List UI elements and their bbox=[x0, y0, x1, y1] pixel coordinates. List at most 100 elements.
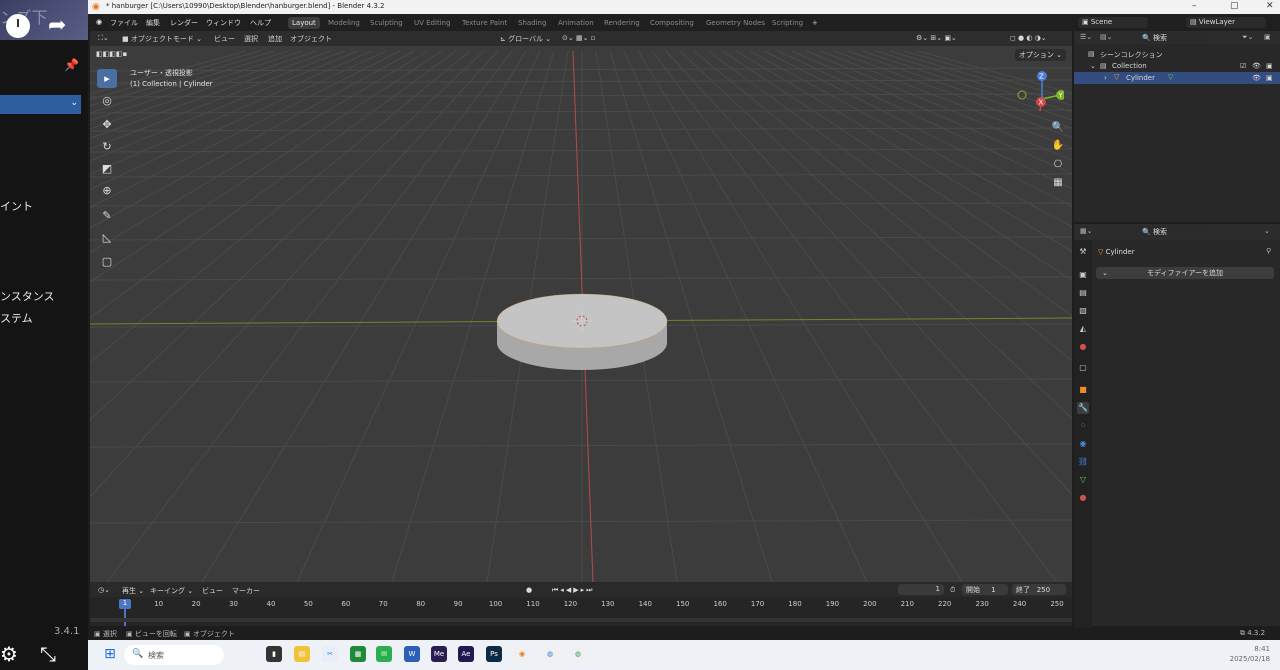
camera-icon[interactable]: ▣ bbox=[1266, 74, 1273, 82]
add-modifier-button[interactable]: ⌄ モディファイアーを追加 bbox=[1096, 267, 1274, 279]
filter-icon[interactable]: ⏷⌄ bbox=[1242, 33, 1253, 42]
file-explorer-icon[interactable]: ▤ bbox=[294, 646, 310, 662]
outliner-panel[interactable]: ☰⌄ ▤⌄ 🔍 検索 ⏷⌄ ▣ ▤ シーンコレクション ⌄ ▤ Collecti… bbox=[1074, 31, 1280, 222]
view-layer-tab-icon[interactable]: ▧ bbox=[1077, 305, 1089, 317]
expand-chevron-icon[interactable]: ⌄ bbox=[1090, 62, 1096, 70]
add-cube-tool[interactable]: ▢ bbox=[97, 252, 117, 271]
checkbox-icon[interactable]: ☑ bbox=[1240, 62, 1246, 70]
particles-tab-icon[interactable]: ⁘ bbox=[1077, 420, 1089, 432]
playback-controls[interactable]: ⏮◂◀▶▸⏭ bbox=[552, 586, 594, 595]
output-tab-icon[interactable]: ▤ bbox=[1077, 287, 1089, 299]
editor-type-icon[interactable]: ⛶⌄ bbox=[98, 34, 109, 43]
browser-icon[interactable]: ◍ bbox=[542, 646, 558, 662]
tab-layout[interactable]: Layout bbox=[288, 17, 320, 29]
photoshop-app-icon[interactable]: Ps bbox=[486, 646, 502, 662]
task-view-icon[interactable]: ▮ bbox=[266, 646, 282, 662]
mode-selector[interactable]: ■ オブジェクトモード ⌄ bbox=[122, 34, 202, 44]
tab-sculpting[interactable]: Sculpting bbox=[366, 17, 407, 29]
close-button[interactable]: ✕ bbox=[1266, 1, 1274, 11]
snipping-tool-icon[interactable]: ✂ bbox=[322, 646, 338, 662]
eye-icon[interactable]: 👁 bbox=[1252, 62, 1261, 70]
select-box-tool[interactable]: ▸ bbox=[97, 69, 117, 88]
constraints-tab-icon[interactable]: ⛓ bbox=[1077, 456, 1089, 468]
camera-icon[interactable]: ▣ bbox=[1266, 62, 1273, 70]
collection-tab-icon[interactable]: ▢ bbox=[1077, 362, 1089, 374]
properties-search-input[interactable]: 🔍 検索 bbox=[1138, 226, 1212, 237]
gear-icon[interactable]: ⚙ bbox=[0, 642, 18, 666]
tab-shading[interactable]: Shading bbox=[514, 17, 550, 29]
scene-selector[interactable]: ▣ Scene bbox=[1078, 17, 1148, 28]
chat-app-icon[interactable]: ✉ bbox=[376, 646, 392, 662]
browser-2-icon[interactable]: ◍ bbox=[570, 646, 586, 662]
tab-scripting[interactable]: Scripting bbox=[768, 17, 807, 29]
shrink-icon[interactable]: ⤡ bbox=[40, 642, 56, 666]
clock-icon[interactable] bbox=[6, 14, 30, 38]
scale-tool[interactable]: ◩ bbox=[97, 159, 117, 178]
viewlayer-selector[interactable]: ▤ ViewLayer bbox=[1186, 17, 1266, 28]
material-tab-icon[interactable]: ● bbox=[1077, 492, 1089, 504]
word-app-icon[interactable]: W bbox=[404, 646, 420, 662]
tab-animation[interactable]: Animation bbox=[554, 17, 598, 29]
timeline-menu-keying[interactable]: キーイング ⌄ bbox=[150, 586, 193, 596]
tab-modeling[interactable]: Modeling bbox=[324, 17, 364, 29]
pan-hand-icon[interactable]: ✋ bbox=[1050, 138, 1066, 154]
object-tab-icon[interactable]: ■ bbox=[1077, 384, 1089, 396]
outliner-search-input[interactable]: 🔍 検索 bbox=[1138, 32, 1208, 43]
tab-rendering[interactable]: Rendering bbox=[600, 17, 644, 29]
media-encoder-app-icon[interactable]: Me bbox=[431, 646, 447, 662]
shading-mode-icons[interactable]: ◻ ● ◐ ◑⌄ bbox=[1010, 34, 1047, 42]
menu-file[interactable]: ファイル bbox=[110, 18, 138, 28]
annotate-tool[interactable]: ✎ bbox=[97, 206, 117, 225]
timeline-scrollbar[interactable] bbox=[90, 618, 1072, 622]
timeline-editor[interactable]: ◷⌄ 再生 ⌄ キーイング ⌄ ビュー マーカー ● ⏮◂◀▶▸⏭ 1 ⏱ 開始… bbox=[90, 582, 1072, 626]
menu-render[interactable]: レンダー bbox=[170, 18, 198, 28]
eye-icon[interactable]: 👁 bbox=[1252, 74, 1261, 82]
maximize-button[interactable]: ▢ bbox=[1230, 1, 1239, 11]
pin-icon[interactable]: 📌 bbox=[64, 58, 79, 72]
taskbar-search-box[interactable]: 🔍 検索 bbox=[124, 645, 224, 665]
cursor-tool[interactable]: ◎ bbox=[97, 91, 117, 110]
current-frame-field[interactable]: 1 bbox=[898, 584, 944, 595]
expand-chevron-right-icon[interactable]: › bbox=[1104, 74, 1107, 82]
camera-view-icon[interactable]: ⎔ bbox=[1050, 157, 1066, 173]
3d-viewport[interactable]: ⛶⌄ ■ オブジェクトモード ⌄ ビュー 選択 追加 オブジェクト ⊾ グローバ… bbox=[90, 31, 1072, 582]
timeline-menu-marker[interactable]: マーカー bbox=[232, 586, 260, 596]
world-tab-icon[interactable]: ● bbox=[1077, 341, 1089, 353]
left-item-point[interactable]: イント bbox=[0, 198, 33, 214]
viewport-menu-add[interactable]: 追加 bbox=[268, 34, 282, 44]
timeline-current-frame-marker[interactable]: 1 bbox=[119, 599, 131, 609]
timeline-editor-type-icon[interactable]: ◷⌄ bbox=[98, 586, 110, 594]
menu-window[interactable]: ウィンドウ bbox=[206, 18, 241, 28]
tool-tab-icon[interactable]: ⚒ bbox=[1077, 246, 1089, 258]
rotate-tool[interactable]: ↻ bbox=[97, 137, 117, 156]
move-tool[interactable]: ✥ bbox=[97, 115, 117, 134]
tab-compositing[interactable]: Compositing bbox=[646, 17, 698, 29]
pivot-snap-icons[interactable]: ⊙⌄ ▦⌄ ▫ bbox=[562, 34, 595, 42]
transform-tool[interactable]: ⊕ bbox=[97, 181, 117, 200]
minimize-button[interactable]: – bbox=[1192, 1, 1197, 11]
pin-icon[interactable]: ⚲ bbox=[1266, 247, 1271, 255]
viewport-menu-object[interactable]: オブジェクト bbox=[290, 34, 332, 44]
record-button[interactable]: ● bbox=[526, 586, 532, 594]
render-tab-icon[interactable]: ▣ bbox=[1077, 269, 1089, 281]
tab-uv-editing[interactable]: UV Editing bbox=[410, 17, 455, 29]
selection-mode-icons[interactable]: ◧◧◧◧▪ bbox=[96, 50, 127, 58]
viewport-menu-select[interactable]: 選択 bbox=[244, 34, 258, 44]
tab-geometry-nodes[interactable]: Geometry Nodes bbox=[702, 17, 769, 29]
gizmo-overlay-icons[interactable]: ⚙⌄ ⊞⌄ ▣⌄ bbox=[916, 34, 957, 42]
timeline-menu-playback[interactable]: 再生 ⌄ bbox=[122, 586, 144, 596]
scene-tab-icon[interactable]: ◭ bbox=[1077, 323, 1089, 335]
outliner-display-mode[interactable]: ▤⌄ bbox=[1100, 33, 1112, 41]
modifier-tab-icon[interactable]: 🔧 bbox=[1077, 402, 1089, 414]
tab-texture-paint[interactable]: Texture Paint bbox=[458, 17, 511, 29]
stopwatch-icon[interactable]: ⏱ bbox=[950, 586, 955, 595]
viewport-menu-view[interactable]: ビュー bbox=[214, 34, 235, 44]
viewport-options-button[interactable]: オプション ⌄ bbox=[1014, 49, 1066, 61]
add-workspace-button[interactable]: + bbox=[808, 17, 822, 29]
properties-editor-type-icon[interactable]: ▦⌄ bbox=[1080, 227, 1092, 235]
blender-menu-icon[interactable]: ◉ bbox=[96, 18, 102, 26]
properties-options-chevron-icon[interactable]: ⌄ bbox=[1264, 227, 1270, 235]
mesh-data-tab-icon[interactable]: ▽ bbox=[1077, 474, 1089, 486]
outliner-row-collection[interactable]: ⌄ ▤ Collection ☑ 👁 ▣ bbox=[1074, 60, 1280, 72]
transform-orientation[interactable]: ⊾ グローバル ⌄ bbox=[500, 34, 551, 44]
